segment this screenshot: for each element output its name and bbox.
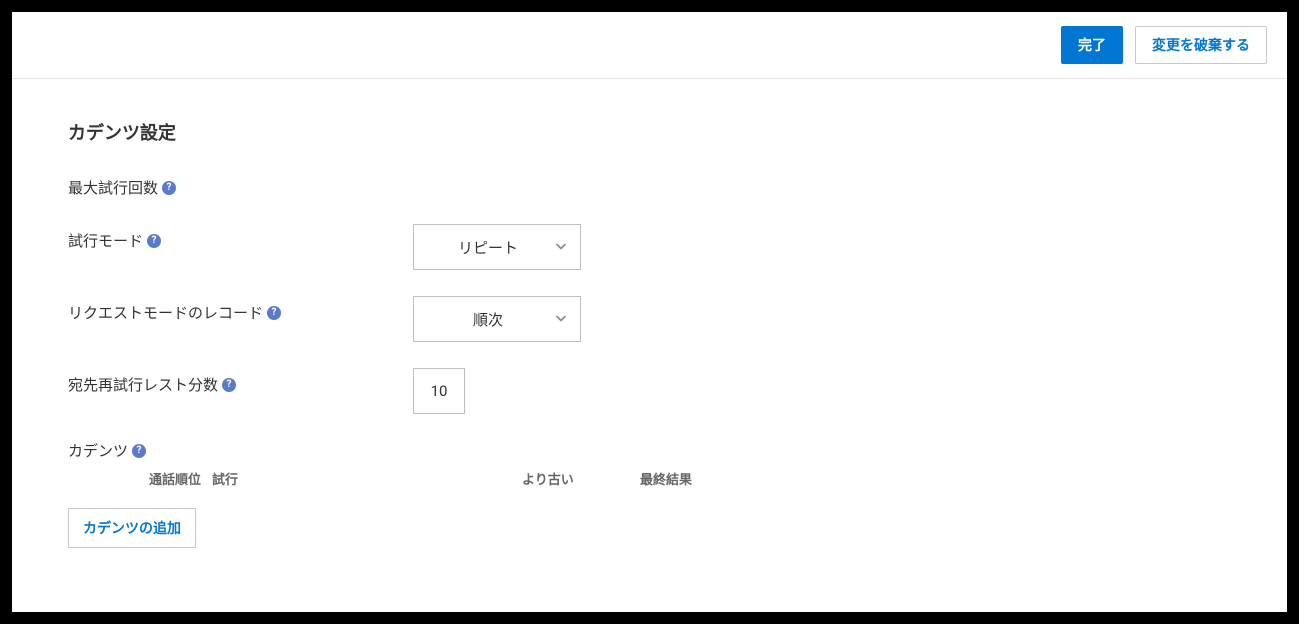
field-dest-retry-rest-minutes: 宛先再試行レスト分数 ?	[68, 368, 1231, 414]
dest-retry-rest-minutes-input[interactable]	[413, 368, 465, 414]
column-header-older: より古い	[522, 473, 640, 490]
label-text: 宛先再試行レスト分数	[68, 374, 218, 395]
label-request-mode-record: リクエストモードのレコード ?	[68, 296, 413, 323]
request-mode-record-select[interactable]: 順次	[413, 296, 581, 342]
field-max-attempts: 最大試行回数 ?	[68, 177, 1231, 198]
help-icon[interactable]: ?	[147, 234, 161, 248]
toolbar: 完了 変更を破棄する	[12, 12, 1287, 79]
column-header-attempt: 試行	[202, 473, 522, 490]
add-cadence-button[interactable]: カデンツの追加	[68, 508, 196, 548]
help-icon[interactable]: ?	[132, 444, 146, 458]
request-mode-record-select-wrap: 順次	[413, 296, 581, 342]
discard-button[interactable]: 変更を破棄する	[1135, 26, 1267, 64]
attempt-mode-select-wrap: リピート	[413, 224, 581, 270]
label-text: 最大試行回数	[68, 177, 158, 198]
help-icon[interactable]: ?	[222, 378, 236, 392]
field-request-mode-record: リクエストモードのレコード ? 順次	[68, 296, 1231, 342]
label-text: カデンツ	[68, 440, 128, 461]
help-icon[interactable]: ?	[162, 181, 176, 195]
settings-window: 完了 変更を破棄する カデンツ設定 最大試行回数 ? 試行モード ? リピート	[12, 12, 1287, 612]
field-attempt-mode: 試行モード ? リピート	[68, 224, 1231, 270]
label-max-attempts: 最大試行回数 ?	[68, 177, 413, 198]
label-dest-retry-rest-minutes: 宛先再試行レスト分数 ?	[68, 368, 413, 395]
column-header-rank: 通話順位	[148, 473, 202, 490]
attempt-mode-select[interactable]: リピート	[413, 224, 581, 270]
content-area: カデンツ設定 最大試行回数 ? 試行モード ? リピート リクエストモードのレコ…	[12, 79, 1287, 612]
label-cadence: カデンツ ?	[68, 440, 413, 461]
label-text: 試行モード	[68, 230, 143, 251]
column-header-final: 最終結果	[640, 473, 692, 490]
label-attempt-mode: 試行モード ?	[68, 224, 413, 251]
cadence-table-header: 通話順位 試行 より古い 最終結果	[68, 473, 1231, 490]
dest-retry-rest-minutes-control	[413, 368, 465, 414]
label-text: リクエストモードのレコード	[68, 302, 263, 323]
help-icon[interactable]: ?	[267, 306, 281, 320]
section-title: カデンツ設定	[68, 119, 1231, 145]
done-button[interactable]: 完了	[1061, 26, 1123, 64]
field-cadence: カデンツ ?	[68, 440, 1231, 461]
